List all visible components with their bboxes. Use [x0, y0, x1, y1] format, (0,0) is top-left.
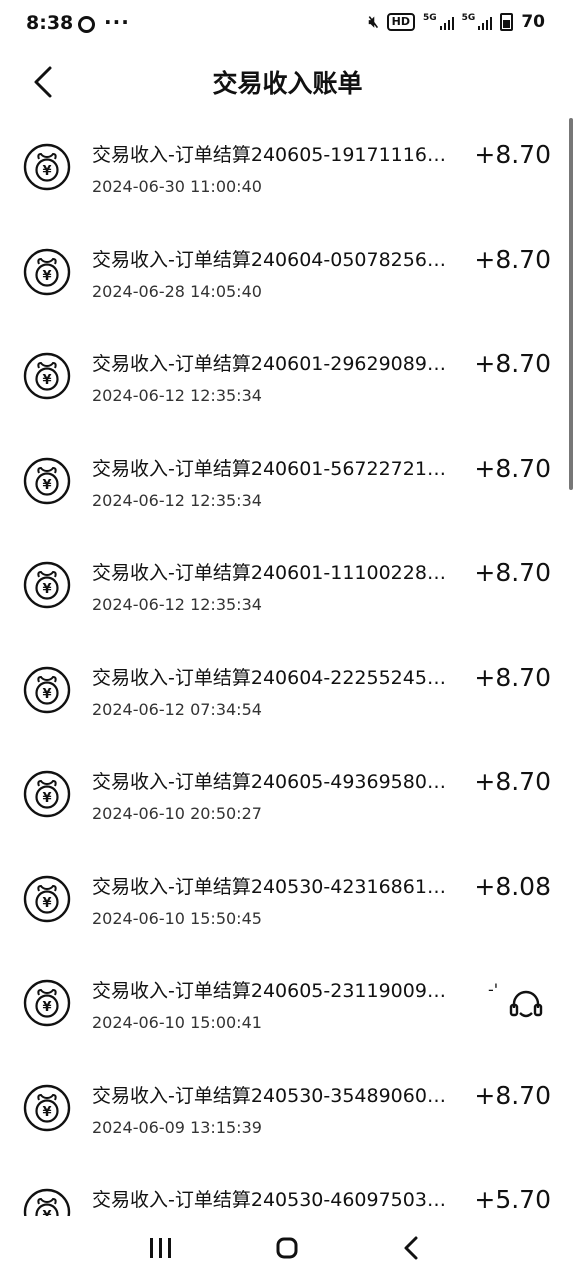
hd-badge: HD: [386, 13, 416, 31]
yuan-coin-icon: ¥: [22, 142, 72, 192]
cs-mark: -': [488, 980, 499, 999]
headset-icon: [509, 990, 543, 1018]
svg-text:¥: ¥: [42, 478, 51, 493]
transaction-amount: +8.70: [474, 558, 551, 587]
svg-text:¥: ¥: [42, 791, 51, 806]
transaction-row[interactable]: ¥ 交易收入-订单结算240604-22255245… 2024-06-12 07:…: [0, 635, 575, 739]
transaction-title: 交易收入-订单结算240601-29629089…: [92, 353, 446, 375]
transaction-amount: +8.70: [474, 453, 551, 483]
transaction-row[interactable]: ¥ 交易收入-订单结算240605-19171116… 2024-06-30 11:…: [0, 112, 575, 216]
status-indicators: 🔇︎ HD 5G 5G 70: [369, 12, 545, 32]
transaction-title: 交易收入-订单结算240605-19171116…: [92, 144, 446, 166]
transaction-time: 2024-06-10 15:50:45: [92, 908, 262, 928]
transaction-row[interactable]: ¥ 交易收入-订单结算240601-56722721… 2024-06-12 12:…: [0, 426, 575, 530]
nav-back-icon: [404, 1236, 418, 1260]
recent-apps-icon: [150, 1238, 171, 1258]
transaction-time: 2024-06-28 14:05:40: [92, 281, 262, 301]
transaction-amount: +8.70: [474, 244, 551, 274]
svg-text:¥: ¥: [42, 164, 51, 179]
transaction-row[interactable]: ¥ 交易收入-订单结算240601-29629089… 2024-06-12 12:…: [0, 321, 575, 425]
scrollbar[interactable]: [569, 118, 573, 490]
svg-text:¥: ¥: [42, 1105, 51, 1120]
yuan-coin-icon: ¥: [22, 247, 72, 297]
transaction-time: 2024-06-10 20:50:27: [92, 804, 262, 823]
transaction-title: 交易收入-订单结算240605-23119009…: [92, 980, 446, 1002]
transaction-title: 交易收入-订单结算240601-11100228…: [92, 562, 446, 584]
page-title: 交易收入账单: [212, 69, 363, 98]
transaction-time: 2024-06-12 12:35:34: [92, 490, 262, 510]
yuan-coin-icon: ¥: [22, 665, 72, 715]
battery-level: 70: [521, 12, 545, 32]
customer-service-button[interactable]: -': [488, 968, 550, 1034]
yuan-coin-icon: ¥: [22, 1083, 72, 1133]
transaction-row[interactable]: ¥ 交易收入-订单结算240530-46097503… +5.70: [0, 1157, 575, 1216]
svg-text:¥: ¥: [42, 1209, 51, 1216]
transaction-amount: +8.08: [474, 871, 551, 901]
transaction-time: 2024-06-09 13:15:39: [92, 1117, 262, 1137]
transaction-time: 2024-06-12 12:35:34: [92, 595, 262, 614]
battery-icon: [500, 13, 514, 31]
transaction-amount: +5.70: [474, 1185, 551, 1214]
status-bar: 8:38 ··· 🔇︎ HD 5G 5G 70: [0, 0, 575, 50]
sync-icon: [78, 16, 95, 33]
transaction-row[interactable]: ¥ 交易收入-订单结算240605-49369580… 2024-06-10 20:…: [0, 739, 575, 843]
transaction-time: 2024-06-30 11:00:40: [92, 177, 262, 196]
navigation-bar: [0, 1216, 575, 1280]
transaction-title: 交易收入-订单结算240604-05078256…: [92, 248, 446, 271]
yuan-coin-icon: ¥: [22, 874, 72, 924]
transaction-amount: +8.70: [474, 767, 551, 796]
transaction-title: 交易收入-订单结算240530-35489060…: [92, 1084, 446, 1107]
yuan-coin-icon: ¥: [22, 456, 72, 506]
transaction-time: 2024-06-12 12:35:34: [92, 386, 262, 405]
transaction-title: 交易收入-订单结算240601-56722721…: [92, 457, 446, 480]
signal-icon: 5G: [423, 14, 454, 30]
signal-icon-2: 5G: [462, 14, 493, 30]
mute-icon: 🔇︎: [368, 12, 379, 31]
home-icon: [276, 1237, 298, 1259]
transaction-row[interactable]: ¥ 交易收入-订单结算240530-42316861… 2024-06-10 15:…: [0, 844, 575, 948]
nav-back-button[interactable]: [386, 1228, 436, 1268]
app-header: 交易收入账单: [0, 52, 575, 112]
transaction-amount: +8.70: [474, 662, 551, 692]
yuan-coin-icon: ¥: [22, 769, 72, 819]
transaction-row[interactable]: ¥ 交易收入-订单结算240604-05078256… 2024-06-28 14:…: [0, 217, 575, 321]
transaction-amount: +8.70: [474, 140, 551, 169]
transaction-time: 2024-06-10 15:00:41: [92, 1013, 262, 1032]
svg-text:¥: ¥: [42, 582, 51, 597]
transaction-title: 交易收入-订单结算240530-46097503…: [92, 1189, 446, 1211]
yuan-coin-icon: ¥: [22, 560, 72, 610]
svg-text:¥: ¥: [42, 687, 51, 702]
transaction-row[interactable]: ¥ 交易收入-订单结算240530-35489060… 2024-06-09 13:…: [0, 1053, 575, 1157]
transaction-row[interactable]: ¥ 交易收入-订单结算240601-11100228… 2024-06-12 12:…: [0, 530, 575, 634]
recent-apps-button[interactable]: [136, 1228, 186, 1268]
transaction-title: 交易收入-订单结算240530-42316861…: [92, 875, 446, 898]
svg-text:¥: ¥: [42, 1000, 51, 1015]
yuan-coin-icon: ¥: [22, 1187, 72, 1216]
transaction-title: 交易收入-订单结算240605-49369580…: [92, 771, 446, 793]
status-time: 8:38: [26, 12, 74, 34]
more-notifications-icon: ···: [104, 10, 130, 34]
transaction-amount: +8.70: [474, 349, 551, 378]
home-button[interactable]: [262, 1228, 312, 1268]
yuan-coin-icon: ¥: [22, 351, 72, 401]
svg-text:¥: ¥: [42, 269, 51, 284]
transaction-time: 2024-06-12 07:34:54: [92, 699, 262, 719]
transaction-amount: +8.70: [474, 1080, 551, 1110]
yuan-coin-icon: ¥: [22, 978, 72, 1028]
svg-text:¥: ¥: [42, 896, 51, 911]
transaction-list[interactable]: ¥ 交易收入-订单结算240605-19171116… 2024-06-30 11:…: [0, 112, 575, 1216]
transaction-title: 交易收入-订单结算240604-22255245…: [92, 666, 446, 689]
svg-text:¥: ¥: [42, 373, 51, 388]
